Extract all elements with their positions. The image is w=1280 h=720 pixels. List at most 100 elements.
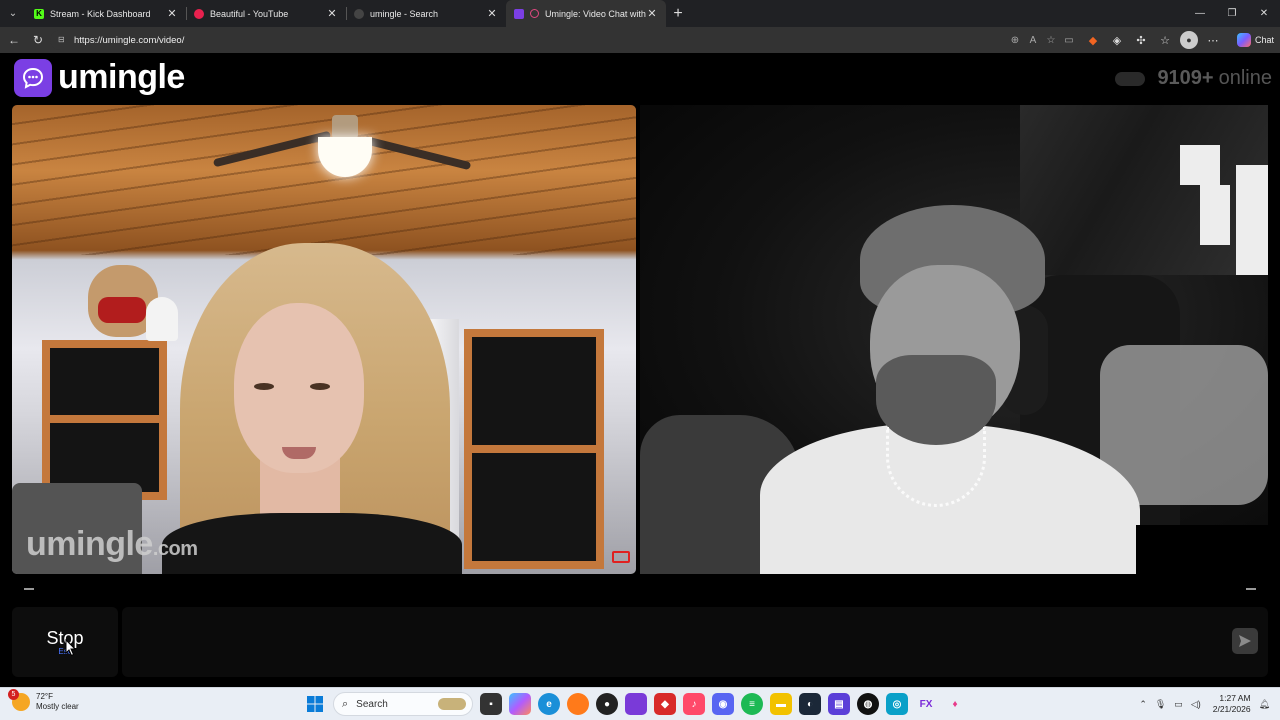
volume-icon[interactable]: ◁) — [1191, 699, 1201, 710]
online-counter: 9109+ online — [1115, 67, 1272, 90]
task-view-icon[interactable]: ▪ — [480, 693, 502, 715]
discord-icon[interactable]: ◉ — [712, 693, 734, 715]
video-scene — [1200, 185, 1230, 245]
tab-title: Stream - Kick Dashboard — [50, 8, 151, 19]
tab-actions-menu-icon[interactable]: ⌄ — [0, 0, 26, 27]
self-video — [640, 105, 1268, 574]
site-info-icon[interactable]: ⊟ — [58, 35, 68, 45]
video-scene — [12, 105, 636, 255]
video-scene — [254, 383, 274, 390]
watermark-main: umingle — [26, 525, 153, 563]
copilot-app-icon[interactable] — [509, 693, 531, 715]
app-icon[interactable]: FX — [915, 693, 937, 715]
app-icon[interactable]: ◍ — [857, 693, 879, 715]
tab-title: Umingle: Video Chat with Stra — [545, 8, 646, 19]
search-favicon-icon — [354, 8, 364, 19]
app-icon[interactable] — [625, 693, 647, 715]
read-aloud-icon[interactable]: A — [1026, 33, 1040, 47]
tab-search[interactable]: umingle - Search ✕ — [346, 0, 506, 27]
site-logo[interactable]: umingle — [14, 58, 185, 97]
microphone-icon[interactable]: 🎙︎ — [1155, 699, 1166, 710]
favorites-icon[interactable]: ☆ — [1156, 31, 1174, 49]
notification-badge: 5 — [8, 689, 19, 700]
file-explorer-icon[interactable]: ▬ — [770, 693, 792, 715]
search-highlight-icon — [438, 698, 466, 710]
clock-date: 2/21/2026 — [1212, 704, 1251, 714]
zoom-icon[interactable]: ⊕ — [1008, 33, 1022, 47]
location-pin-icon[interactable]: ♦ — [944, 693, 966, 715]
app-icon[interactable]: ◆ — [654, 693, 676, 715]
video-scene — [464, 445, 604, 453]
spotify-icon[interactable]: ≡ — [741, 693, 763, 715]
weather-desc: Mostly clear — [36, 702, 79, 711]
mouse-pointer-icon — [65, 639, 77, 657]
music-app-icon[interactable]: ♪ — [683, 693, 705, 715]
theme-toggle[interactable] — [1115, 71, 1146, 86]
address-bar-icons: ⊕ A ☆ ▭ — [1008, 27, 1076, 53]
video-scene — [1180, 145, 1220, 185]
obs-icon[interactable]: ● — [596, 693, 618, 715]
notifications-bell-icon[interactable]: 🔔︎ — [1259, 699, 1270, 710]
kick-favicon-icon: K — [34, 8, 44, 19]
new-tab-button[interactable]: + — [666, 5, 690, 23]
extension-icon[interactable]: ◈ — [1108, 31, 1126, 49]
close-tab-icon[interactable]: ✕ — [486, 7, 498, 20]
status-dash — [24, 588, 34, 590]
chat-bubble-logo-icon — [14, 58, 52, 97]
watermark-domain: .com — [152, 538, 198, 560]
tab-youtube[interactable]: Beautiful - YouTube ✕ — [186, 0, 346, 27]
send-message-button[interactable] — [1232, 628, 1258, 654]
chat-message-input[interactable] — [122, 607, 1268, 677]
restore-icon[interactable]: ❐ — [1216, 0, 1248, 27]
status-dash — [1246, 588, 1256, 590]
logo-text: umingle — [58, 58, 185, 96]
extensions-puzzle-icon[interactable]: ✣ — [1132, 31, 1150, 49]
video-scene — [1136, 525, 1268, 574]
weather-sun-icon: 5 — [8, 689, 30, 711]
steam-icon[interactable]: ◐ — [799, 693, 821, 715]
network-icon[interactable]: ▭ — [1174, 699, 1183, 710]
tab-kick-dashboard[interactable]: K Stream - Kick Dashboard ✕ — [26, 0, 186, 27]
clock-time: 1:27 AM — [1219, 693, 1251, 703]
url-text: https://umingle.com/video/ — [74, 34, 185, 46]
app-icon[interactable]: ▤ — [828, 693, 850, 715]
umingle-favicon-icon — [514, 8, 524, 19]
video-scene — [332, 115, 358, 139]
refresh-icon[interactable]: ↻ — [26, 27, 50, 53]
taskbar-apps: ⌕ Search ▪ e ● ◆ ♪ ◉ ≡ ▬ ◐ ▤ ◍ ◎ FX ♦ — [304, 691, 966, 717]
minimize-icon[interactable]: — — [1184, 0, 1216, 27]
stranger-video: umingle.com — [12, 105, 636, 574]
close-tab-icon[interactable]: ✕ — [646, 7, 658, 20]
send-arrow-icon — [1239, 635, 1251, 647]
windows-taskbar: 5 72°F Mostly clear ⌕ Search ▪ e ● ◆ ♪ ◉… — [0, 687, 1280, 720]
favorite-star-icon[interactable]: ☆ — [1044, 33, 1058, 47]
browser-tab-bar: ⌄ K Stream - Kick Dashboard ✕ Beautiful … — [0, 0, 1280, 27]
video-scene — [146, 297, 178, 341]
taskbar-search-box[interactable]: ⌕ Search — [333, 692, 473, 716]
copilot-icon — [1236, 33, 1251, 47]
tab-title: umingle - Search — [370, 8, 439, 19]
video-scene — [98, 297, 146, 323]
tab-umingle[interactable]: Umingle: Video Chat with Stra ✕ — [506, 0, 666, 27]
address-bar[interactable]: ⊟ https://umingle.com/video/ — [50, 30, 1080, 50]
weather-widget[interactable]: 5 72°F Mostly clear — [8, 689, 79, 712]
recording-indicator-icon — [530, 9, 539, 18]
close-tab-icon[interactable]: ✕ — [166, 7, 178, 20]
close-window-icon[interactable]: ✕ — [1248, 0, 1280, 27]
profile-avatar-icon[interactable]: ● — [1180, 31, 1198, 49]
more-menu-icon[interactable]: ⋯ — [1204, 31, 1222, 49]
windows-start-icon[interactable] — [304, 693, 326, 715]
extension-icon[interactable]: ◆ — [1084, 31, 1102, 49]
camera-in-use-icon[interactable]: ▭ — [1062, 33, 1076, 47]
report-flag-icon[interactable] — [612, 551, 630, 563]
edge-browser-icon[interactable]: e — [538, 693, 560, 715]
taskbar-clock[interactable]: 1:27 AM 2/21/2026 — [1213, 693, 1251, 715]
firefox-icon[interactable] — [567, 693, 589, 715]
video-status-strip — [12, 579, 1268, 599]
video-scene — [42, 415, 167, 423]
tray-overflow-chevron-icon[interactable]: ⌃ — [1139, 699, 1147, 710]
back-arrow-icon[interactable]: ← — [2, 27, 26, 53]
close-tab-icon[interactable]: ✕ — [326, 7, 338, 20]
app-icon[interactable]: ◎ — [886, 693, 908, 715]
copilot-chat-button[interactable]: Chat — [1236, 31, 1274, 49]
